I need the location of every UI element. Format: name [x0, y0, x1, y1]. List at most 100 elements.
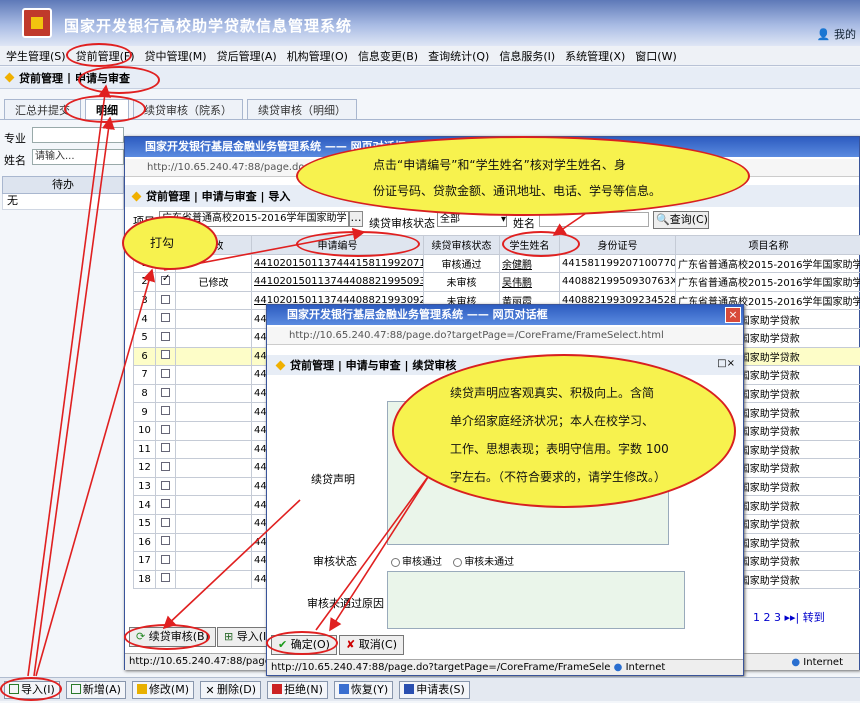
- checkbox[interactable]: [161, 573, 170, 583]
- close-icon[interactable]: ×: [725, 307, 741, 323]
- row-checkbox[interactable]: [155, 309, 176, 329]
- cancel-button[interactable]: ✘ 取消(C): [339, 635, 404, 655]
- radio-pass[interactable]: [391, 557, 400, 567]
- review-status-radios: 审核通过 审核未通过: [391, 553, 514, 568]
- checkbox[interactable]: [161, 406, 170, 416]
- annotation-statement-line4: 字左右。（不符合要求的，请学生修改。）: [450, 470, 667, 484]
- diamond-icon: [131, 191, 142, 201]
- query-button[interactable]: 🔍查询(C): [653, 211, 709, 229]
- delete-button[interactable]: ✕ 删除(D): [200, 680, 262, 699]
- row-modified: [175, 309, 252, 329]
- row-id-no: 44088219950930763X: [559, 272, 676, 292]
- row-no: 13: [133, 476, 156, 497]
- row-no: 4: [133, 309, 156, 329]
- pager[interactable]: 1 2 3 ▸▸| 转到: [753, 609, 825, 625]
- row-checkbox[interactable]: [155, 272, 176, 292]
- restore-button[interactable]: 恢复(Y): [333, 680, 394, 699]
- row-checkbox[interactable]: [155, 402, 176, 422]
- checkbox[interactable]: [161, 294, 170, 304]
- renew-review-statusbar: http://10.65.240.47:88/page.do?targetPag…: [267, 659, 743, 675]
- row-checkbox[interactable]: [155, 365, 176, 385]
- checkbox[interactable]: [161, 536, 170, 546]
- restore-icon[interactable]: □: [717, 358, 726, 369]
- checkbox[interactable]: [161, 517, 170, 527]
- close-small-icon[interactable]: ×: [727, 358, 735, 369]
- status-label: 续贷审核状态: [369, 217, 435, 230]
- row-checkbox[interactable]: [155, 327, 176, 348]
- edit-button-label: 修改(M): [148, 682, 190, 696]
- row-checkbox[interactable]: [155, 532, 176, 553]
- name-filter-label: 姓名: [513, 217, 535, 230]
- row-checkbox[interactable]: [155, 346, 176, 367]
- menu-change[interactable]: 信息变更(B): [358, 48, 418, 64]
- menu-system[interactable]: 系统管理(X): [565, 48, 625, 64]
- table-row[interactable]: 144102015011374441581199207100770审核通过余健鹏…: [133, 253, 860, 274]
- row-checkbox[interactable]: [155, 495, 176, 515]
- menu-in-loan[interactable]: 贷中管理(M): [145, 48, 207, 64]
- radio-fail[interactable]: [453, 557, 463, 567]
- menu-student[interactable]: 学生管理(S): [6, 48, 66, 64]
- highlight-app-no-header: [296, 231, 420, 257]
- row-checkbox[interactable]: [155, 513, 176, 534]
- breadcrumb-sep: |: [67, 71, 72, 84]
- globe-icon: ●: [613, 662, 623, 673]
- add-button[interactable]: 新增(A): [65, 680, 126, 699]
- diamond-icon: [275, 360, 286, 370]
- menu-info[interactable]: 信息服务(I): [499, 48, 555, 64]
- checkbox[interactable]: [161, 368, 170, 378]
- tab-renew-dept[interactable]: 续贷审核（院系）: [133, 99, 243, 119]
- row-checkbox[interactable]: [155, 439, 176, 460]
- row-status: 未审核: [423, 272, 500, 292]
- checkbox[interactable]: [161, 461, 170, 471]
- window-buttons[interactable]: □×: [717, 358, 735, 369]
- checkbox[interactable]: [161, 554, 170, 564]
- application-form-button[interactable]: 申请表(S): [399, 680, 470, 699]
- table-row[interactable]: 2 已修改44102015011374440882199509307634未审核吴…: [133, 272, 860, 292]
- row-app-no[interactable]: 44102015011374441581199207100770: [251, 253, 424, 274]
- menu-window[interactable]: 窗口(W): [635, 48, 676, 64]
- menu-query[interactable]: 查询统计(Q): [428, 48, 489, 64]
- highlight-name-header: [502, 231, 580, 257]
- menu-org[interactable]: 机构管理(O): [287, 48, 348, 64]
- restore-button-label: 恢复(Y): [350, 682, 389, 696]
- row-no: 3: [133, 290, 156, 311]
- row-modified: [175, 383, 252, 404]
- menu-post-loan[interactable]: 贷后管理(A): [217, 48, 277, 64]
- row-no: 18: [133, 569, 156, 590]
- row-checkbox[interactable]: [155, 551, 176, 571]
- row-name[interactable]: 余健鹏: [499, 253, 560, 274]
- checkbox[interactable]: [161, 331, 170, 341]
- row-name[interactable]: 吴伟鹏: [499, 272, 560, 292]
- checkbox[interactable]: [161, 313, 170, 323]
- major-input[interactable]: [32, 127, 124, 143]
- table-header-row: 修改 申请编号 续贷审核状态 学生姓名 身份证号 项目名称: [133, 235, 860, 255]
- row-checkbox[interactable]: [155, 476, 176, 497]
- tab-renew-detail[interactable]: 续贷审核（明细）: [247, 99, 357, 119]
- checkbox[interactable]: [161, 387, 170, 397]
- restore-icon: [338, 683, 349, 694]
- checkbox[interactable]: [161, 480, 170, 490]
- row-app-no[interactable]: 44102015011374440882199509307634: [251, 272, 424, 292]
- row-checkbox[interactable]: [155, 290, 176, 311]
- edit-button[interactable]: 修改(M): [131, 680, 195, 699]
- col-header-status: 续贷审核状态: [423, 235, 500, 255]
- app-header: 国家开发银行高校助学贷款信息管理系统 👤 我的: [0, 0, 860, 46]
- checkbox[interactable]: [161, 350, 170, 360]
- project-browse-button[interactable]: …: [349, 211, 363, 227]
- checkbox[interactable]: [161, 274, 170, 285]
- row-checkbox[interactable]: [155, 458, 176, 478]
- row-checkbox[interactable]: [155, 569, 176, 590]
- row-project: 广东省普通高校2015-2016学年国家助学贷款: [675, 253, 860, 274]
- checkbox[interactable]: [161, 424, 170, 434]
- checkbox[interactable]: [161, 499, 170, 509]
- row-checkbox[interactable]: [155, 420, 176, 441]
- name-input[interactable]: 请输入...: [32, 149, 124, 165]
- row-checkbox[interactable]: [155, 383, 176, 404]
- highlight-detail-tab: [64, 95, 146, 123]
- breadcrumb-section[interactable]: 贷前管理: [19, 70, 63, 86]
- checkbox[interactable]: [161, 443, 170, 453]
- user-area[interactable]: 👤 我的: [817, 26, 856, 42]
- reject-button[interactable]: 拒绝(N): [267, 680, 328, 699]
- import-dialog-status-url: http://10.65.240.47:88/page: [129, 656, 271, 667]
- reason-textarea[interactable]: [387, 571, 685, 629]
